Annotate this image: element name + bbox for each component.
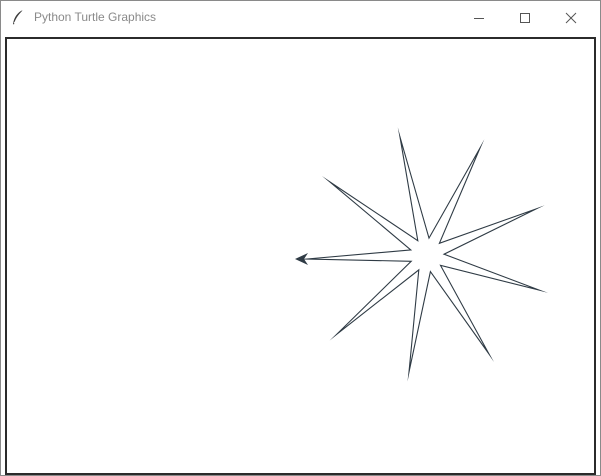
feather-icon [13,9,24,25]
title-bar[interactable]: Python Turtle Graphics [1,1,600,34]
minimize-icon [474,17,484,19]
maximize-icon [520,12,530,23]
minimize-button[interactable] [456,1,502,34]
turtle-canvas-frame [5,37,596,475]
turtle-window: Python Turtle Graphics [0,0,601,476]
close-button[interactable] [548,1,594,34]
turtle-canvas[interactable] [7,39,594,473]
window-title: Python Turtle Graphics [34,10,157,24]
close-icon [565,12,577,23]
star-drawing [296,127,549,382]
maximize-button[interactable] [502,1,548,34]
